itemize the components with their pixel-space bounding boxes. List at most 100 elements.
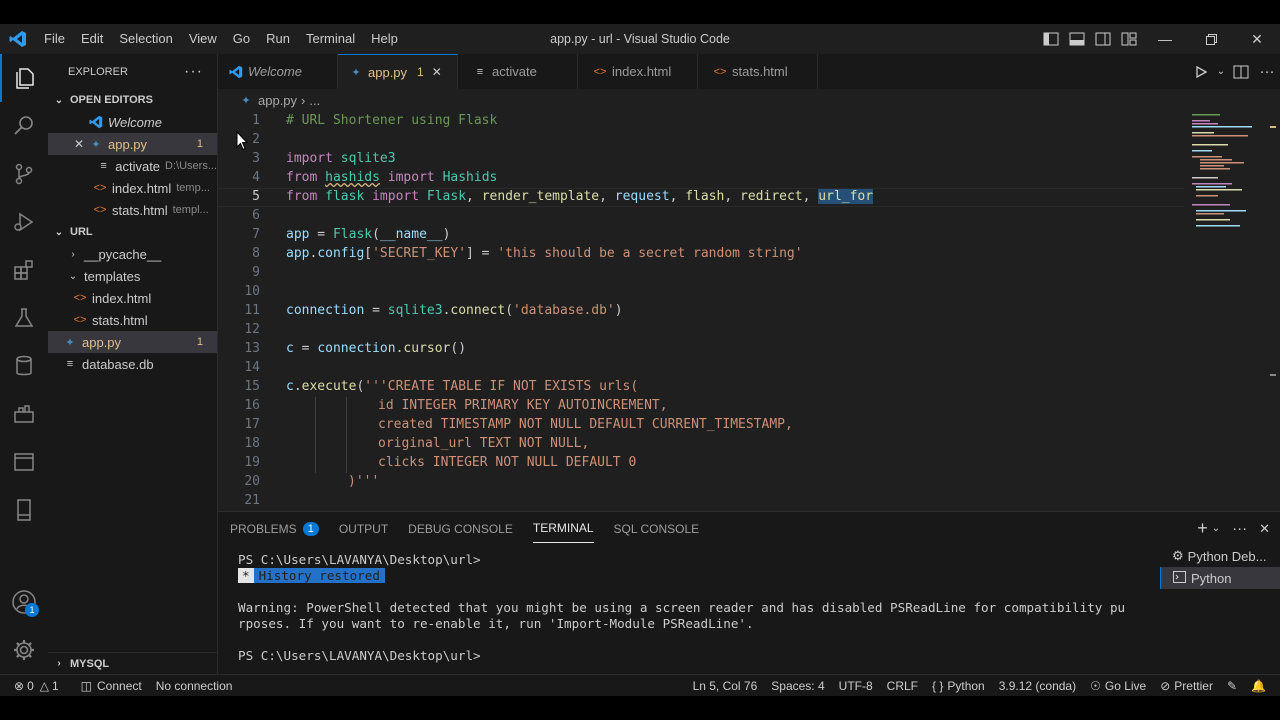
menu-help[interactable]: Help <box>363 24 406 54</box>
menu-run[interactable]: Run <box>258 24 298 54</box>
database-icon: ◫ <box>80 678 93 693</box>
layout-controls <box>1038 24 1142 54</box>
source-control-icon[interactable] <box>0 150 48 198</box>
tab-output[interactable]: OUTPUT <box>339 515 388 543</box>
error-count: 0 <box>27 678 34 693</box>
workspace-section[interactable]: ⌄ URL <box>48 221 217 243</box>
tab-index-html[interactable]: <> index.html <box>578 54 698 89</box>
menu-file[interactable]: File <box>36 24 73 54</box>
toggle-panel-icon[interactable] <box>1064 24 1090 54</box>
terminal-output[interactable]: PS C:\Users\LAVANYA\Desktop\url> * Histor… <box>238 552 1158 664</box>
remote-explorer-icon[interactable] <box>0 390 48 438</box>
vertical-scrollbar[interactable] <box>1266 111 1280 511</box>
tree-item-database-db[interactable]: ≡ database.db <box>48 353 217 375</box>
open-editor-item[interactable]: <> stats.html templ... <box>48 199 217 221</box>
run-debug-icon[interactable] <box>0 198 48 246</box>
mysql-section[interactable]: › MYSQL <box>48 652 217 674</box>
more-actions-icon[interactable]: ··· <box>1232 520 1247 537</box>
close-icon[interactable]: ✕ <box>432 65 442 79</box>
notifications-bell-icon[interactable]: 🔔 <box>1244 679 1280 693</box>
feedback-icon[interactable]: ✎ <box>1220 679 1244 693</box>
testing-flask-icon[interactable] <box>0 294 48 342</box>
line-number: 18 <box>244 436 260 451</box>
end-of-line[interactable]: CRLF <box>880 679 925 693</box>
tree-item-app-py[interactable]: ✦ app.py 1 <box>48 331 217 353</box>
tab-stats-html[interactable]: <> stats.html <box>698 54 818 89</box>
menu-go[interactable]: Go <box>225 24 258 54</box>
close-icon[interactable]: ✕ <box>74 137 88 151</box>
tree-item-index-html[interactable]: <> index.html <box>48 287 217 309</box>
language-mode[interactable]: { } Python <box>925 679 992 693</box>
indentation[interactable]: Spaces: 4 <box>764 679 831 693</box>
menu-view[interactable]: View <box>181 24 225 54</box>
tab-debug-console[interactable]: DEBUG CONSOLE <box>408 515 513 543</box>
new-terminal-icon[interactable]: + <box>1197 518 1208 539</box>
chevron-down-icon[interactable]: ⌄ <box>1214 57 1228 87</box>
run-python-file-icon[interactable] <box>1188 57 1214 87</box>
no-connection-status[interactable]: No connection <box>149 679 240 693</box>
tab-terminal[interactable]: TERMINAL <box>532 514 594 543</box>
scroll-marker <box>1270 126 1276 128</box>
open-editor-item[interactable]: <> index.html temp... <box>48 177 217 199</box>
manage-gear-icon[interactable] <box>0 626 48 674</box>
tab-sql-console[interactable]: SQL CONSOLE <box>614 515 700 543</box>
go-live-button[interactable]: ☉ Go Live <box>1083 679 1153 693</box>
html-file-icon: <> <box>593 65 607 78</box>
mouse-cursor-icon <box>236 130 249 155</box>
search-icon[interactable] <box>0 102 48 150</box>
toggle-primary-sidebar-icon[interactable] <box>1038 24 1064 54</box>
split-editor-icon[interactable] <box>1228 57 1254 87</box>
open-editor-item[interactable]: ≡ activate D:\Users... <box>48 155 217 177</box>
menu-selection[interactable]: Selection <box>111 24 180 54</box>
function-name: flash <box>685 189 725 204</box>
tab-welcome[interactable]: Welcome <box>218 54 338 89</box>
explorer-icon[interactable] <box>0 54 48 102</box>
more-actions-icon[interactable]: ··· <box>1254 57 1280 87</box>
connect-status[interactable]: ◫ Connect <box>74 679 149 693</box>
more-actions-icon[interactable]: ··· <box>184 63 203 81</box>
minimize-icon[interactable]: — <box>1142 24 1188 54</box>
panel-view-icon[interactable] <box>0 438 48 486</box>
string: 'this should be a secret random string' <box>497 246 803 261</box>
close-window-icon[interactable]: ✕ <box>1234 24 1280 54</box>
problems-status[interactable]: ⊗ 0 △ 1 <box>0 679 66 693</box>
breadcrumb-file[interactable]: app.py <box>258 93 297 108</box>
menu-terminal[interactable]: Terminal <box>298 24 363 54</box>
code-editor[interactable]: 1 2 3 4 5 6 7 8 9 10 11 12 13 14 15 16 17 18 19 20 21 # URL … <box>218 111 1280 511</box>
toggle-secondary-sidebar-icon[interactable] <box>1090 24 1116 54</box>
open-editor-path: templ... <box>172 204 209 216</box>
accounts-icon[interactable]: 1 <box>0 578 48 626</box>
prettier-status[interactable]: ⊘ Prettier <box>1153 679 1220 693</box>
python-interpreter[interactable]: 3.9.12 (conda) <box>992 679 1083 693</box>
minimap[interactable] <box>1186 111 1266 511</box>
open-editor-item[interactable]: ✕ ✦ app.py 1 <box>48 133 217 155</box>
tree-item-pycache[interactable]: › __pycache__ <box>48 243 217 265</box>
open-editor-item[interactable]: Welcome <box>48 111 217 133</box>
close-panel-icon[interactable]: ✕ <box>1259 521 1270 537</box>
panel-actions: + ⌄ ··· ✕ <box>1197 512 1270 545</box>
variable: app <box>286 227 310 242</box>
terminal-item-python[interactable]: Python <box>1160 567 1280 589</box>
open-editor-label: stats.html <box>112 202 168 218</box>
tree-item-templates[interactable]: ⌄ templates <box>48 265 217 287</box>
database-icon[interactable] <box>0 342 48 390</box>
tree-item-stats-html[interactable]: <> stats.html <box>48 309 217 331</box>
menu-edit[interactable]: Edit <box>73 24 111 54</box>
breadcrumb-more[interactable]: ... <box>309 93 320 108</box>
tab-problems[interactable]: PROBLEMS 1 <box>230 515 319 543</box>
terminal-item-python-debug[interactable]: ⚙ Python Deb... <box>1160 545 1280 567</box>
restore-icon[interactable] <box>1188 24 1234 54</box>
chevron-down-icon[interactable]: ⌄ <box>1212 523 1220 534</box>
mobile-device-icon[interactable] <box>0 486 48 534</box>
customize-layout-icon[interactable] <box>1116 24 1142 54</box>
tree-item-label: __pycache__ <box>84 246 162 262</box>
cursor-position[interactable]: Ln 5, Col 76 <box>686 679 765 693</box>
variable: request <box>614 189 670 204</box>
extensions-icon[interactable] <box>0 246 48 294</box>
class-name: Hashids <box>442 170 498 185</box>
keyword: from <box>286 170 318 185</box>
encoding[interactable]: UTF-8 <box>832 679 880 693</box>
open-editors-section[interactable]: ⌄ OPEN EDITORS <box>48 89 217 111</box>
tab-activate[interactable]: ≡ activate <box>458 54 578 89</box>
tab-app-py[interactable]: ✦ app.py 1 ✕ <box>338 54 458 89</box>
